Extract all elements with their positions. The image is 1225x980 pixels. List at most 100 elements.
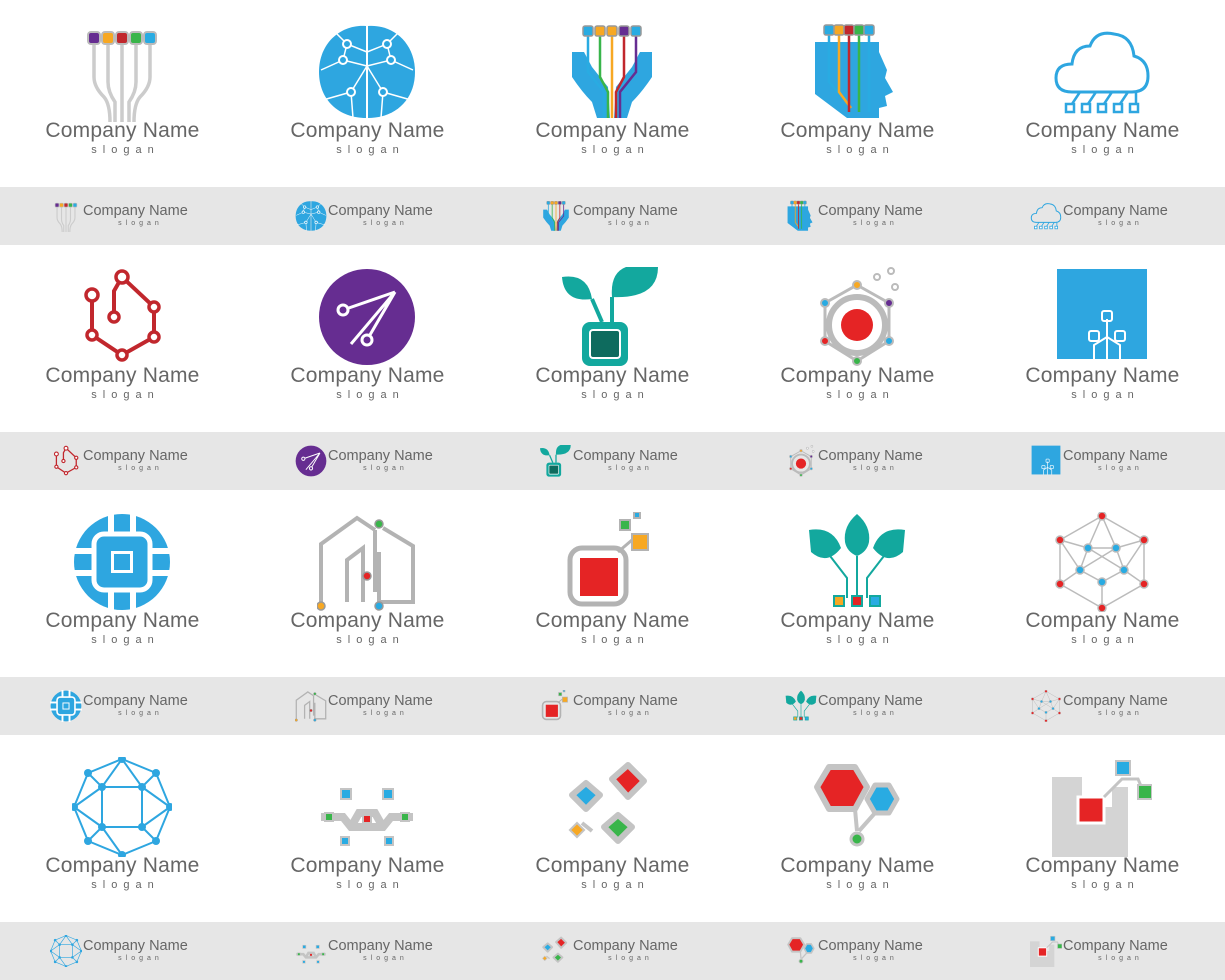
company-name: Company Name <box>1025 119 1180 142</box>
company-name: Company Name <box>535 854 690 877</box>
diamond-chips-icon <box>562 757 662 857</box>
hands-circuit-icon <box>540 200 572 232</box>
logo-small: Company Name slogan <box>245 677 490 735</box>
company-name: Company Name <box>535 609 690 632</box>
slogan: slogan <box>336 879 405 891</box>
slogan: slogan <box>826 879 895 891</box>
logo-row-large: Company Name slogan Company Name slogan Comp… <box>0 0 1225 187</box>
zigzag-circuit-icon <box>317 757 417 857</box>
logo-large: Company Name slogan <box>0 490 245 677</box>
logo-large: Company Name slogan <box>245 490 490 677</box>
slogan: slogan <box>608 465 653 472</box>
logo-small: Company Name slogan <box>0 922 245 980</box>
logo-small: Company Name slogan <box>980 922 1225 980</box>
company-name: Company Name <box>1063 203 1168 219</box>
logo-small: Company Name slogan <box>490 677 735 735</box>
brain-circuit-icon <box>295 200 327 232</box>
logo-large: Company Name slogan <box>245 0 490 187</box>
company-name: Company Name <box>1025 364 1180 387</box>
logo-large: Company Name slogan <box>735 245 980 432</box>
company-name: Company Name <box>780 609 935 632</box>
logo-small: Company Name slogan <box>245 922 490 980</box>
slogan: slogan <box>1071 879 1140 891</box>
network-ring-icon <box>50 935 82 967</box>
purple-circle-circuit-icon <box>295 445 327 477</box>
slogan: slogan <box>853 220 898 227</box>
company-name: Company Name <box>290 364 445 387</box>
logo-large: Company Name slogan <box>245 245 490 432</box>
slogan: slogan <box>608 955 653 962</box>
hexagon-network-icon <box>1030 690 1062 722</box>
slogan: slogan <box>363 710 408 717</box>
logo-small: Company Name slogan <box>0 677 245 735</box>
slogan: slogan <box>853 465 898 472</box>
company-name: Company Name <box>573 693 678 709</box>
slogan: slogan <box>363 220 408 227</box>
logo-small: Company Name slogan <box>980 432 1225 490</box>
slogan: slogan <box>336 144 405 156</box>
blue-square-circuit-icon <box>1052 267 1152 367</box>
company-name: Company Name <box>1025 609 1180 632</box>
logo-small: Company Name slogan <box>490 432 735 490</box>
hands-circuit-icon <box>562 22 662 122</box>
company-name: Company Name <box>328 693 433 709</box>
purple-circle-circuit-icon <box>317 267 417 367</box>
slogan: slogan <box>336 389 405 401</box>
logo-large: Company Name slogan <box>980 245 1225 432</box>
logo-small: Company Name slogan <box>980 677 1225 735</box>
house-circuit-icon <box>317 512 417 612</box>
logo-small: Company Name slogan <box>735 432 980 490</box>
company-name: Company Name <box>83 693 188 709</box>
logo-large: Company Name slogan <box>735 490 980 677</box>
logo-row-small: Company Name slogan Company Name slogan Comp… <box>0 922 1225 980</box>
company-name: Company Name <box>535 119 690 142</box>
diamond-chips-icon <box>540 935 572 967</box>
head-circuit-icon <box>807 22 907 122</box>
company-name: Company Name <box>573 938 678 954</box>
slogan: slogan <box>1098 955 1143 962</box>
company-name: Company Name <box>328 938 433 954</box>
logo-small: Company Name slogan <box>245 187 490 245</box>
logo-row-large: Company Name slogan Company Name slogan Comp… <box>0 245 1225 432</box>
hexagon-molecule-icon <box>785 935 817 967</box>
slogan: slogan <box>581 879 650 891</box>
slogan: slogan <box>91 634 160 646</box>
chip-circle-icon <box>50 690 82 722</box>
logo-row-large: Company Name slogan Company Name slogan Comp… <box>0 490 1225 677</box>
plant-chip-icon <box>562 267 662 367</box>
company-name: Company Name <box>1063 693 1168 709</box>
slogan: slogan <box>1098 710 1143 717</box>
company-name: Company Name <box>290 854 445 877</box>
company-name: Company Name <box>45 854 200 877</box>
company-name: Company Name <box>83 448 188 464</box>
chip-circle-icon <box>72 512 172 612</box>
logo-large: Company Name slogan <box>0 0 245 187</box>
slogan: slogan <box>118 465 163 472</box>
logo-large: Company Name slogan <box>735 735 980 922</box>
network-ring-icon <box>72 757 172 857</box>
slogan: slogan <box>581 634 650 646</box>
slogan: slogan <box>91 879 160 891</box>
company-name: Company Name <box>45 119 200 142</box>
cloud-circuit-icon <box>1052 22 1152 122</box>
slogan: slogan <box>118 955 163 962</box>
circuit-fingers-icon <box>72 22 172 122</box>
red-square-chip-icon <box>562 512 662 612</box>
slogan: slogan <box>118 710 163 717</box>
company-name: Company Name <box>45 609 200 632</box>
slogan: slogan <box>91 389 160 401</box>
tree-circuit-icon <box>785 690 817 722</box>
company-name: Company Name <box>1063 448 1168 464</box>
logo-large: Company Name slogan <box>0 735 245 922</box>
blue-square-circuit-icon <box>1030 445 1062 477</box>
company-name: Company Name <box>573 203 678 219</box>
logo-large: Company Name slogan <box>980 490 1225 677</box>
logo-large: Company Name slogan <box>490 735 735 922</box>
company-name: Company Name <box>818 203 923 219</box>
slogan: slogan <box>1098 220 1143 227</box>
head-circuit-icon <box>785 200 817 232</box>
company-name: Company Name <box>290 119 445 142</box>
slogan: slogan <box>608 710 653 717</box>
slogan: slogan <box>336 634 405 646</box>
company-name: Company Name <box>818 448 923 464</box>
